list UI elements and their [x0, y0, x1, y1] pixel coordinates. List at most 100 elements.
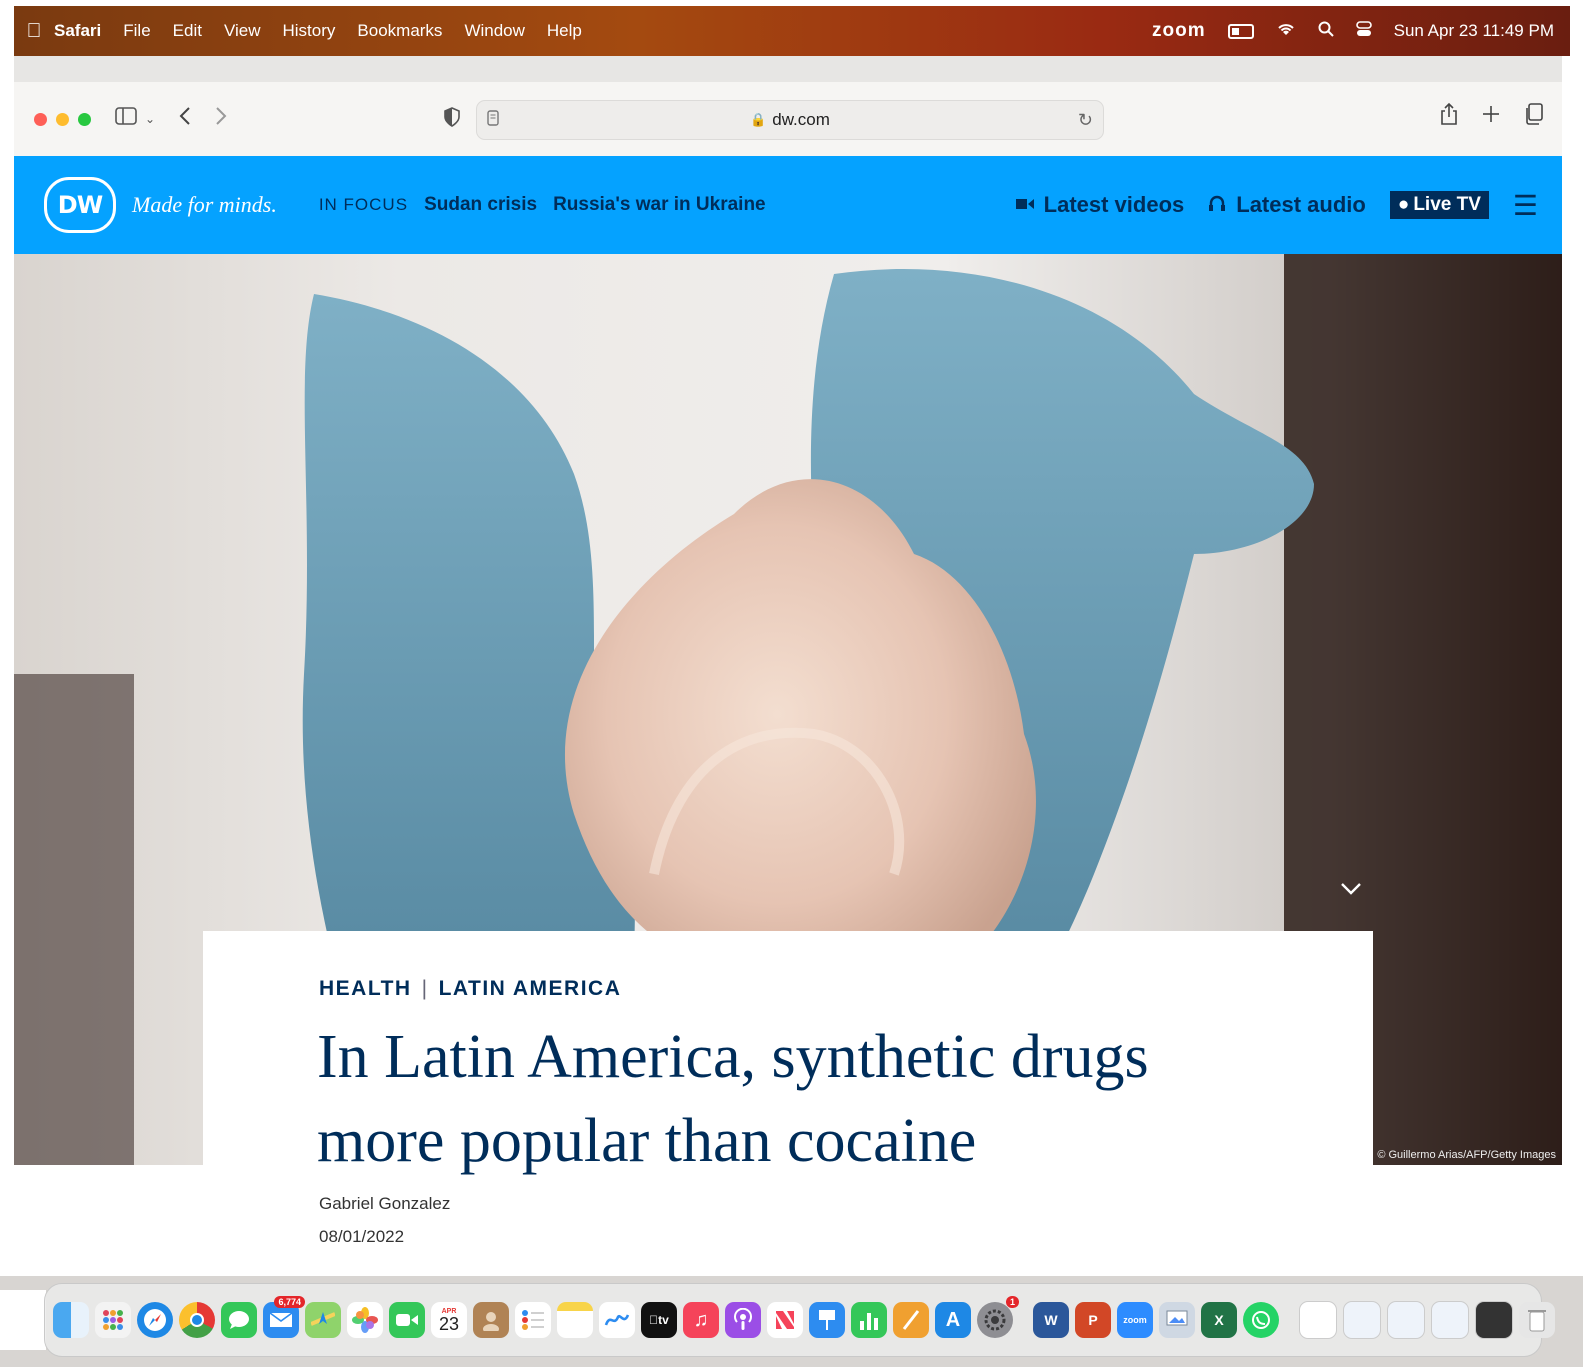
close-window-button[interactable]	[34, 112, 47, 126]
article-author[interactable]: Gabriel Gonzalez	[319, 1194, 450, 1214]
menu-help[interactable]: Help	[547, 21, 582, 41]
article-categories: HEALTH | LATIN AMERICA	[319, 977, 621, 1001]
recent-document-3[interactable]	[1387, 1301, 1425, 1339]
zoom-window-button[interactable]	[78, 112, 91, 126]
word-app-icon[interactable]: W	[1033, 1302, 1069, 1338]
spotlight-search-icon[interactable]	[1318, 21, 1334, 42]
desktop-document-thumbnail[interactable]	[0, 1290, 46, 1350]
scroll-down-chevron-icon[interactable]	[1340, 882, 1362, 896]
share-icon[interactable]	[1440, 102, 1458, 132]
wifi-icon[interactable]	[1276, 21, 1296, 42]
recent-document-1[interactable]	[1299, 1301, 1337, 1339]
menu-bar:  Safari File Edit View History Bookmark…	[14, 6, 1570, 56]
mail-badge: 6,774	[274, 1296, 305, 1308]
messages-app-icon[interactable]	[221, 1302, 257, 1338]
recent-document-2[interactable]	[1343, 1301, 1381, 1339]
video-camera-icon	[1015, 195, 1034, 216]
menu-view[interactable]: View	[224, 21, 261, 41]
safari-app-icon[interactable]	[137, 1302, 173, 1338]
podcasts-app-icon[interactable]	[725, 1302, 761, 1338]
live-tv-label: Live TV	[1413, 194, 1481, 215]
app-store-app-icon[interactable]: A	[935, 1302, 971, 1338]
reminders-app-icon[interactable]	[515, 1302, 551, 1338]
reload-icon[interactable]: ↻	[1078, 110, 1093, 131]
toolbar-right-actions	[1440, 102, 1544, 132]
tab-overview-icon[interactable]	[1524, 102, 1544, 132]
calendar-day: 23	[438, 1313, 460, 1334]
menu-history[interactable]: History	[283, 21, 336, 41]
site-tagline: Made for minds.	[132, 192, 277, 217]
address-bar[interactable]: 🔒 dw.com ↻	[476, 100, 1104, 140]
menu-file[interactable]: File	[123, 21, 150, 41]
keynote-app-icon[interactable]	[809, 1302, 845, 1338]
minimize-window-button[interactable]	[56, 112, 69, 126]
trash-icon[interactable]	[1519, 1302, 1555, 1338]
calendar-app-icon[interactable]: APR 23	[431, 1302, 467, 1338]
browser-toolbar: ⌄ 🔒 dw.com ↻	[14, 82, 1562, 156]
apple-menu-icon[interactable]: 	[14, 20, 54, 43]
menu-app-name[interactable]: Safari	[54, 21, 101, 41]
lock-icon: 🔒	[750, 112, 767, 127]
notes-app-icon[interactable]	[557, 1302, 593, 1338]
window-controls	[34, 112, 91, 126]
site-header: DW Made for minds. IN FOCUS Sudan crisis…	[14, 156, 1562, 254]
finder-app-icon[interactable]	[53, 1302, 89, 1338]
forward-icon[interactable]	[215, 106, 227, 132]
privacy-shield-icon[interactable]	[444, 107, 460, 133]
focus-link-ukraine[interactable]: Russia's war in Ukraine	[553, 194, 766, 216]
category-separator: |	[421, 977, 429, 1000]
headphones-icon	[1208, 194, 1226, 217]
apple-tv-app-icon[interactable]: tv	[641, 1302, 677, 1338]
category-latin-america[interactable]: LATIN AMERICA	[439, 977, 622, 1001]
focus-link-sudan[interactable]: Sudan crisis	[424, 194, 537, 216]
article-headline: In Latin America, synthetic drugs more p…	[317, 1023, 1149, 1175]
chrome-app-icon[interactable]	[179, 1302, 215, 1338]
in-focus-label: IN FOCUS	[318, 195, 409, 214]
maps-app-icon[interactable]	[305, 1302, 341, 1338]
system-settings-app-icon[interactable]: 1	[977, 1296, 1019, 1338]
menu-clock[interactable]: Sun Apr 23 11:49 PM	[1394, 21, 1554, 41]
whatsapp-app-icon[interactable]	[1243, 1302, 1279, 1338]
battery-icon[interactable]	[1227, 23, 1254, 39]
page-menu-icon[interactable]	[487, 109, 499, 131]
preview-app-icon[interactable]	[1159, 1302, 1195, 1338]
hamburger-menu-icon[interactable]: ☰	[1513, 189, 1538, 222]
recent-document-4[interactable]	[1431, 1301, 1469, 1339]
menu-bookmarks[interactable]: Bookmarks	[357, 21, 442, 41]
latest-videos-label: Latest videos	[1043, 192, 1185, 217]
recent-document-5[interactable]	[1475, 1301, 1513, 1339]
category-health[interactable]: HEALTH	[319, 977, 412, 1001]
latest-videos-link[interactable]: Latest videos	[1015, 192, 1185, 218]
zoom-app-icon[interactable]: zoom	[1117, 1302, 1153, 1338]
menu-edit[interactable]: Edit	[173, 21, 202, 41]
article-date: 08/01/2022	[319, 1227, 405, 1246]
freeform-app-icon[interactable]	[599, 1302, 635, 1338]
header-actions: Latest videos Latest audio ● Live TV ☰	[1015, 189, 1538, 222]
sidebar-toggle-icon[interactable]	[115, 107, 137, 131]
url-text[interactable]: dw.com	[772, 110, 830, 130]
numbers-app-icon[interactable]	[851, 1302, 887, 1338]
chevron-down-icon[interactable]: ⌄	[145, 112, 155, 126]
mail-app-icon[interactable]: 6,774	[263, 1296, 305, 1338]
latest-audio-link[interactable]: Latest audio	[1208, 192, 1366, 218]
back-icon[interactable]	[179, 106, 191, 132]
zoom-status-item[interactable]: zoom	[1152, 20, 1206, 42]
contacts-app-icon[interactable]	[473, 1302, 509, 1338]
dock: 6,774 APR 23 tv ♫ A 1 W P zo	[44, 1283, 1555, 1357]
menu-window[interactable]: Window	[464, 21, 524, 41]
latest-audio-label: Latest audio	[1236, 192, 1366, 217]
new-tab-icon[interactable]	[1482, 102, 1500, 132]
article-header-card: HEALTH | LATIN AMERICA In Latin America,…	[203, 931, 1373, 1281]
dw-logo[interactable]: DW	[44, 177, 116, 233]
live-tv-button[interactable]: ● Live TV	[1389, 191, 1489, 219]
control-center-icon[interactable]	[1355, 20, 1372, 42]
excel-app-icon[interactable]: X	[1201, 1302, 1237, 1338]
launchpad-app-icon[interactable]	[95, 1302, 131, 1338]
tab-strip	[14, 56, 1562, 82]
photos-app-icon[interactable]	[347, 1302, 383, 1338]
powerpoint-app-icon[interactable]: P	[1075, 1302, 1111, 1338]
music-app-icon[interactable]: ♫	[683, 1302, 719, 1338]
news-app-icon[interactable]	[767, 1302, 803, 1338]
facetime-app-icon[interactable]	[389, 1302, 425, 1338]
pages-app-icon[interactable]	[893, 1302, 929, 1338]
